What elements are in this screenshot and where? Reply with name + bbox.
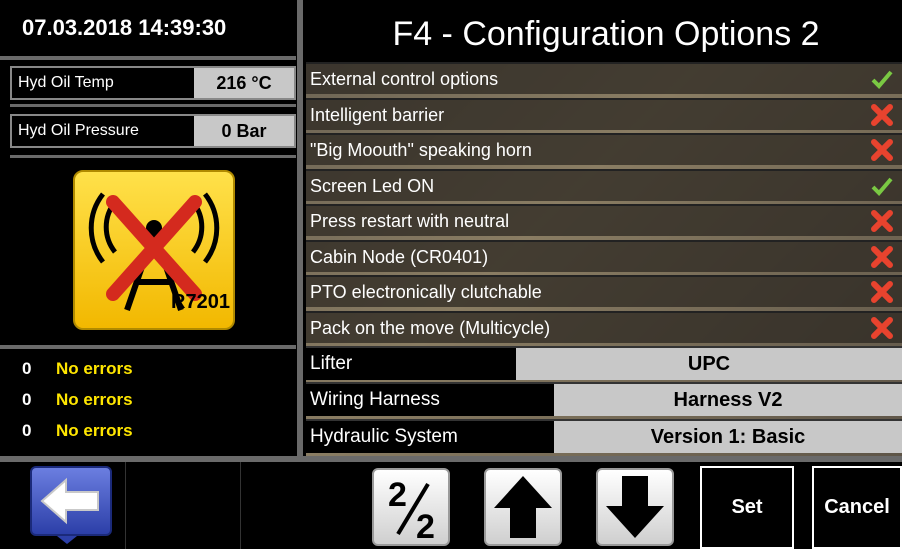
set-button[interactable]: Set bbox=[700, 466, 794, 549]
sensor-hyd-oil-pressure: Hyd Oil Pressure 0 Bar bbox=[10, 114, 296, 148]
config-value[interactable]: UPC bbox=[516, 348, 902, 380]
option-label: Intelligent barrier bbox=[310, 104, 445, 125]
config-value[interactable]: Harness V2 bbox=[554, 384, 902, 416]
arrow-down-icon bbox=[606, 476, 664, 538]
page-indicator-den: 2 bbox=[416, 508, 435, 544]
arrow-up-icon bbox=[494, 476, 552, 538]
divider bbox=[10, 104, 296, 107]
sensor-value: 216 °C bbox=[194, 68, 294, 98]
option-row[interactable]: "Big Moouth" speaking horn bbox=[306, 133, 902, 165]
error-row: 0 No errors bbox=[0, 416, 296, 446]
error-count: 0 bbox=[22, 390, 32, 409]
page-title: F4 - Configuration Options 2 bbox=[392, 15, 820, 53]
error-text: No errors bbox=[56, 390, 133, 409]
config-row-wiring-harness[interactable]: Wiring Harness Harness V2 bbox=[306, 382, 902, 416]
divider bbox=[125, 462, 126, 549]
option-row[interactable]: Pack on the move (Multicycle) bbox=[306, 310, 902, 343]
cross-icon[interactable] bbox=[870, 280, 894, 304]
back-arrow-icon bbox=[40, 477, 99, 525]
option-row[interactable]: Press restart with neutral bbox=[306, 204, 902, 236]
scroll-down-button[interactable] bbox=[596, 468, 674, 546]
page-indicator-num: 2 bbox=[388, 476, 407, 514]
option-label: External control options bbox=[310, 69, 499, 89]
sensor-value: 0 Bar bbox=[194, 116, 294, 146]
panel-divider bbox=[297, 0, 303, 462]
option-label: PTO electronically clutchable bbox=[310, 282, 542, 302]
antenna-disconnected-icon: R7201 bbox=[73, 170, 235, 330]
error-count: 0 bbox=[22, 421, 32, 440]
error-text: No errors bbox=[56, 359, 133, 378]
option-row[interactable]: Intelligent barrier bbox=[306, 97, 902, 130]
check-icon[interactable] bbox=[870, 174, 894, 198]
cross-icon[interactable] bbox=[870, 245, 894, 269]
option-row[interactable]: Cabin Node (CR0401) bbox=[306, 239, 902, 272]
option-row[interactable]: Screen Led ON bbox=[306, 168, 902, 201]
divider bbox=[0, 345, 296, 349]
back-button[interactable] bbox=[30, 466, 112, 536]
sensor-label: Hyd Oil Temp bbox=[18, 74, 114, 91]
divider bbox=[10, 155, 296, 158]
option-label: "Big Moouth" speaking horn bbox=[310, 140, 532, 160]
error-row: 0 No errors bbox=[0, 385, 296, 415]
sensor-label: Hyd Oil Pressure bbox=[18, 122, 139, 139]
divider bbox=[0, 456, 902, 462]
divider bbox=[240, 462, 241, 549]
option-label: Cabin Node (CR0401) bbox=[310, 246, 489, 267]
cross-icon[interactable] bbox=[870, 209, 894, 233]
check-icon[interactable] bbox=[870, 67, 894, 91]
status-icon-caption: R7201 bbox=[171, 291, 230, 313]
config-row-hydraulic-system[interactable]: Hydraulic System Version 1: Basic bbox=[306, 419, 902, 453]
config-label: Lifter bbox=[310, 353, 353, 374]
option-row[interactable]: PTO electronically clutchable bbox=[306, 275, 902, 307]
error-row: 0 No errors bbox=[0, 354, 296, 384]
error-text: No errors bbox=[56, 421, 133, 440]
config-row-lifter[interactable]: Lifter UPC bbox=[306, 346, 902, 380]
cancel-button[interactable]: Cancel bbox=[812, 466, 902, 549]
config-label: Wiring Harness bbox=[310, 389, 440, 410]
datetime: 07.03.2018 14:39:30 bbox=[0, 0, 296, 56]
config-value[interactable]: Version 1: Basic bbox=[554, 421, 902, 453]
sensor-hyd-oil-temp: Hyd Oil Temp 216 °C bbox=[10, 66, 296, 100]
cross-icon[interactable] bbox=[870, 316, 894, 340]
option-label: Pack on the move (Multicycle) bbox=[310, 317, 551, 338]
option-label: Screen Led ON bbox=[310, 175, 435, 196]
option-row[interactable]: External control options bbox=[306, 62, 902, 94]
option-label: Press restart with neutral bbox=[310, 211, 510, 231]
error-count: 0 bbox=[22, 359, 32, 378]
scroll-up-button[interactable] bbox=[484, 468, 562, 546]
back-button-pointer bbox=[57, 536, 77, 544]
cross-icon[interactable] bbox=[870, 103, 894, 127]
config-label: Hydraulic System bbox=[310, 426, 458, 447]
divider bbox=[0, 56, 296, 60]
cross-icon[interactable] bbox=[870, 138, 894, 162]
page-indicator-button[interactable]: 2 2 bbox=[372, 468, 450, 546]
